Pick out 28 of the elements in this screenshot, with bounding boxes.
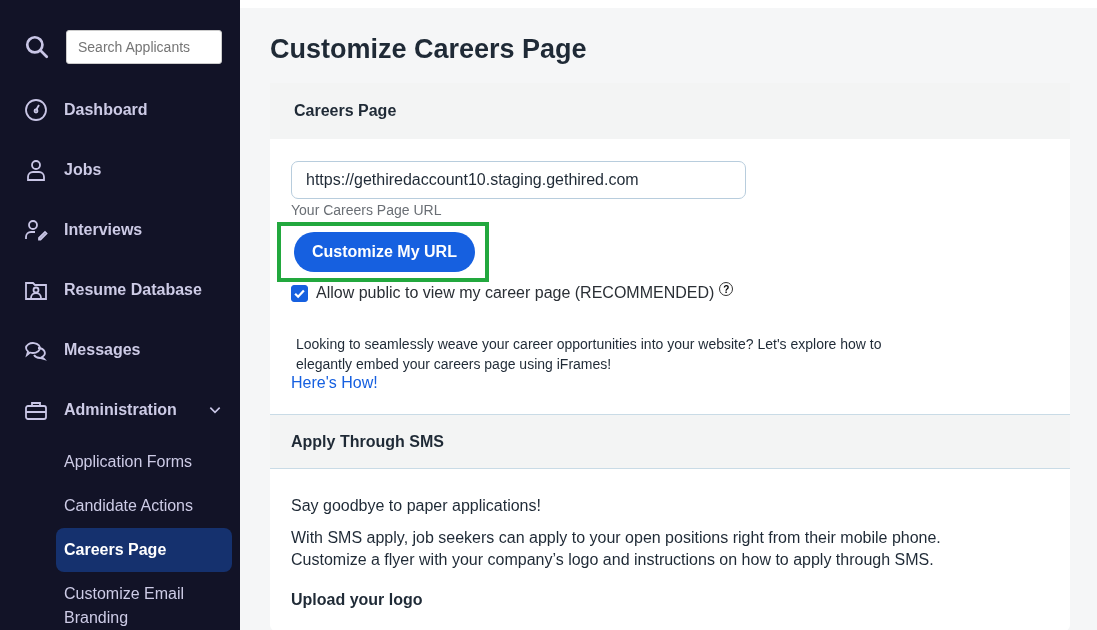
nav-item[interactable]: Interviews	[0, 200, 240, 260]
nav-item[interactable]: Resume Database	[0, 260, 240, 320]
field-caption: Your Careers Page URL	[291, 202, 443, 218]
url-field[interactable]: https://gethiredaccount10.staging.gethired.com	[291, 161, 746, 199]
nav-item[interactable]: Administration	[0, 380, 240, 440]
checkbox[interactable]	[291, 284, 308, 302]
person-icon	[24, 158, 48, 182]
embed-description: Looking to seamlessly weave your career opportunities into your website? Let's explore how to elegantly embed your careers page using iFrames!	[296, 335, 883, 374]
nav-subitem[interactable]: Customize Email Branding	[56, 572, 232, 630]
nav-item[interactable]: Messages	[0, 320, 240, 380]
search-icon[interactable]	[24, 34, 50, 60]
nav-subitem[interactable]: Application Forms	[56, 440, 232, 484]
subheading: Upload your logo	[291, 591, 424, 609]
paragraph: Say goodbye to paper applications!	[291, 496, 542, 516]
customize-url-button[interactable]: Customize My URL	[294, 232, 475, 272]
page-title: Customize Careers Page	[270, 34, 588, 65]
person-pencil-icon	[24, 218, 48, 242]
nav-item[interactable]: Jobs	[0, 140, 240, 200]
search-field[interactable]: Search Applicants	[66, 30, 222, 64]
nav-subitem[interactable]: Careers Page	[56, 528, 232, 572]
section-heading: Apply Through SMS	[291, 432, 444, 451]
nav-item[interactable]: Dashboard	[0, 80, 240, 140]
nav-subitem[interactable]: Candidate Actions	[56, 484, 232, 528]
paragraph: With SMS apply, job seekers can apply to your open positions right from their mobile phone. Customize a flyer with your company’s logo and instructions on how to apply through SMS.	[291, 528, 942, 570]
heres-how-link[interactable]: Here's How!	[291, 374, 378, 392]
checkbox-label: Allow public to view my career page (RECOMMENDED)	[316, 284, 715, 302]
gauge-icon	[24, 98, 48, 122]
section-heading: Careers Page	[294, 102, 397, 120]
